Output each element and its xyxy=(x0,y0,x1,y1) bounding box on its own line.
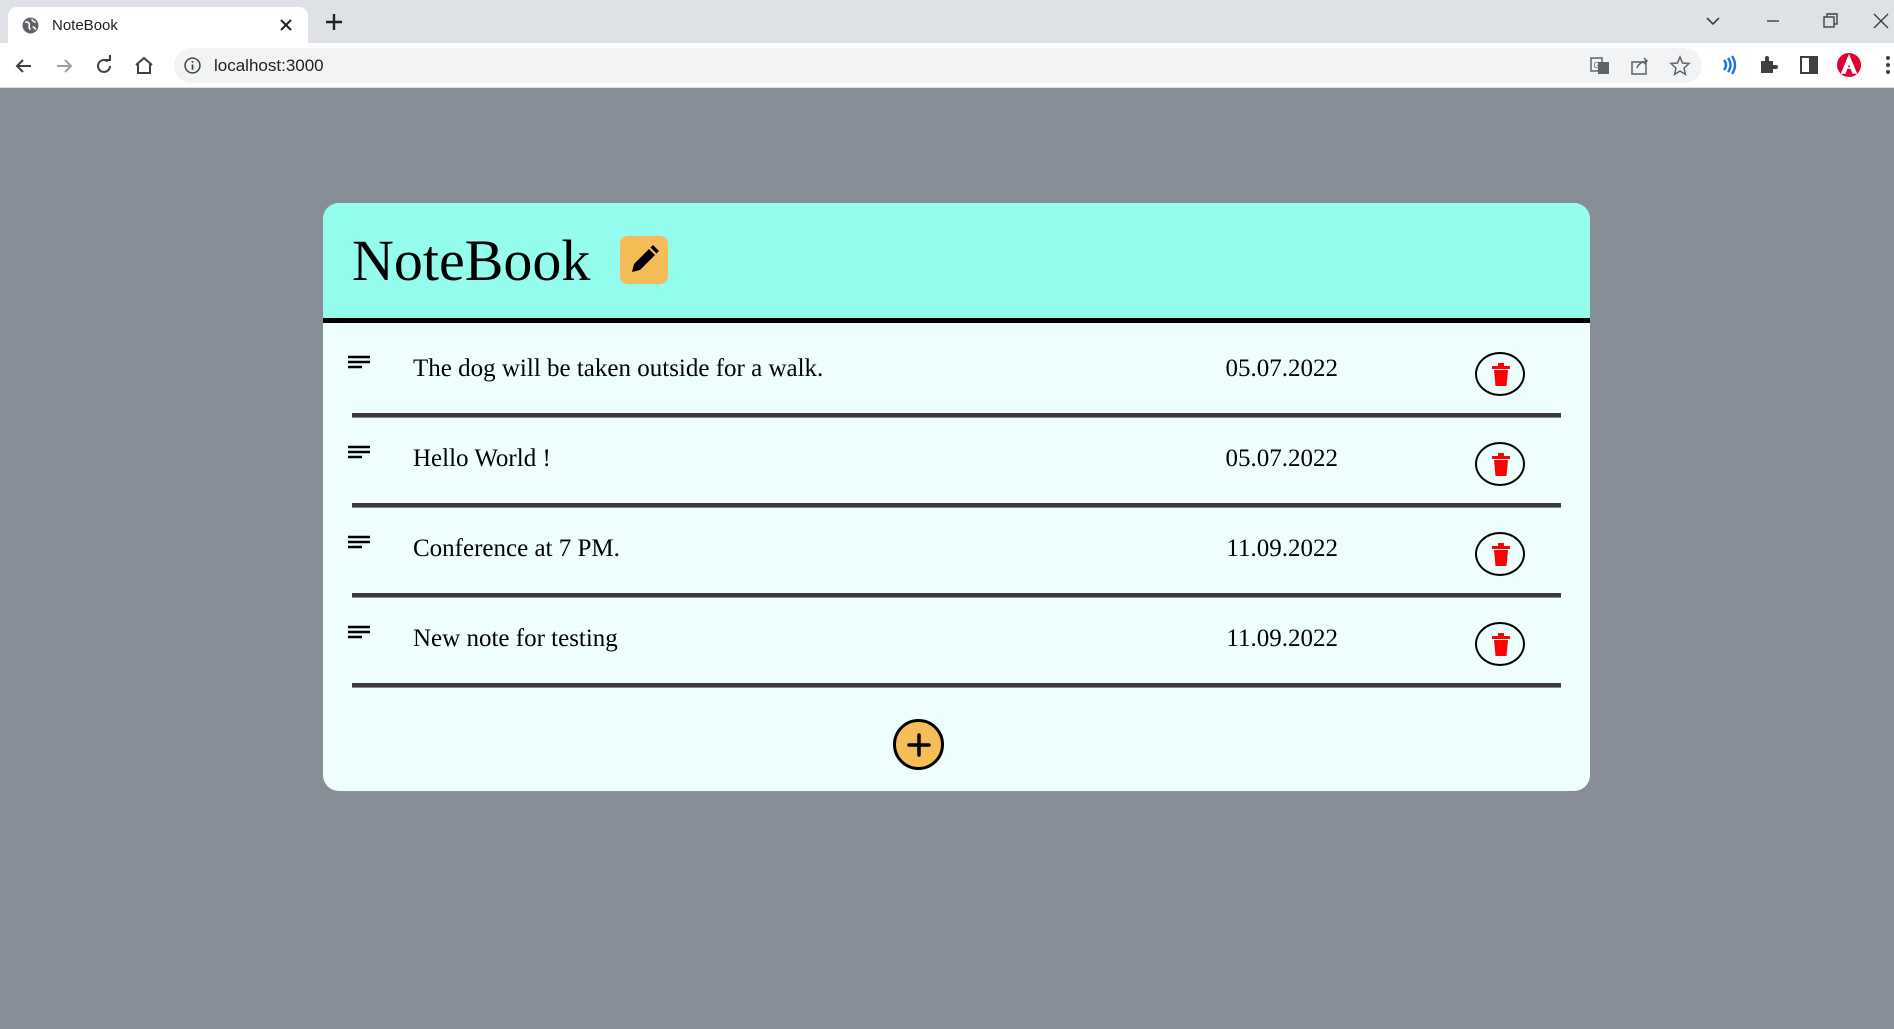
extensions-puzzle-icon[interactable] xyxy=(1756,52,1782,78)
forward-arrow-icon[interactable] xyxy=(51,53,77,79)
reload-icon[interactable] xyxy=(91,53,117,79)
delete-note-button[interactable] xyxy=(1475,622,1525,666)
close-icon[interactable] xyxy=(276,15,296,35)
edit-button[interactable] xyxy=(620,236,668,284)
tab-search-chevron-icon[interactable] xyxy=(1700,8,1726,34)
notebook-header: NoteBook xyxy=(323,203,1590,323)
browser-tabstrip: NoteBook xyxy=(0,0,1894,43)
page-title: NoteBook xyxy=(352,228,591,293)
back-arrow-icon[interactable] xyxy=(11,53,37,79)
lines-icon xyxy=(348,535,370,549)
restore-icon[interactable] xyxy=(1817,8,1843,34)
url-text: localhost:3000 xyxy=(214,56,324,75)
profile-avatar-icon[interactable] xyxy=(1836,52,1862,78)
side-panel-icon[interactable] xyxy=(1796,52,1822,78)
note-row[interactable]: The dog will be taken outside for a walk… xyxy=(323,328,1590,418)
browser-toolbar: localhost:3000 G xyxy=(0,43,1894,88)
note-row[interactable]: New note for testing 11.09.2022 xyxy=(323,598,1590,688)
note-row[interactable]: Hello World ! 05.07.2022 xyxy=(323,418,1590,508)
browser-tab[interactable]: NoteBook xyxy=(8,7,308,43)
window-close-icon[interactable] xyxy=(1868,8,1894,34)
trash-icon xyxy=(1492,633,1510,656)
trash-icon xyxy=(1492,363,1510,386)
extension-waves-icon[interactable] xyxy=(1716,52,1742,78)
share-icon[interactable] xyxy=(1629,55,1651,77)
lines-icon xyxy=(348,355,370,369)
note-text: The dog will be taken outside for a walk… xyxy=(413,355,824,382)
delete-note-button[interactable] xyxy=(1475,442,1525,486)
note-text: New note for testing xyxy=(413,625,618,652)
lines-icon xyxy=(348,445,370,459)
trash-icon xyxy=(1492,543,1510,566)
note-date: 05.07.2022 xyxy=(1225,445,1339,472)
delete-note-button[interactable] xyxy=(1475,352,1525,396)
delete-note-button[interactable] xyxy=(1475,532,1525,576)
tab-title: NoteBook xyxy=(52,17,118,34)
trash-icon xyxy=(1492,453,1510,476)
bookmark-star-icon[interactable] xyxy=(1669,55,1691,77)
home-icon[interactable] xyxy=(131,53,157,79)
pencil-icon xyxy=(632,245,659,272)
note-date: 11.09.2022 xyxy=(1226,625,1338,652)
note-text: Hello World ! xyxy=(413,445,551,472)
notebook-card: NoteBook The dog will be taken outside f… xyxy=(323,203,1590,791)
info-icon[interactable] xyxy=(184,57,201,74)
add-note-button[interactable] xyxy=(893,719,944,770)
note-date: 11.09.2022 xyxy=(1226,535,1338,562)
minimize-icon[interactable] xyxy=(1760,8,1786,34)
lines-icon xyxy=(348,625,370,639)
note-date: 05.07.2022 xyxy=(1225,355,1339,382)
note-text: Conference at 7 PM. xyxy=(413,535,620,562)
globe-icon xyxy=(22,17,39,34)
svg-text:G: G xyxy=(1594,61,1600,70)
address-bar[interactable]: localhost:3000 G xyxy=(174,48,1702,83)
note-row[interactable]: Conference at 7 PM. 11.09.2022 xyxy=(323,508,1590,598)
plus-icon xyxy=(907,733,931,757)
new-tab-plus-icon[interactable] xyxy=(322,10,346,34)
translate-icon[interactable]: G xyxy=(1589,55,1611,77)
menu-kebab-icon[interactable] xyxy=(1875,52,1894,78)
